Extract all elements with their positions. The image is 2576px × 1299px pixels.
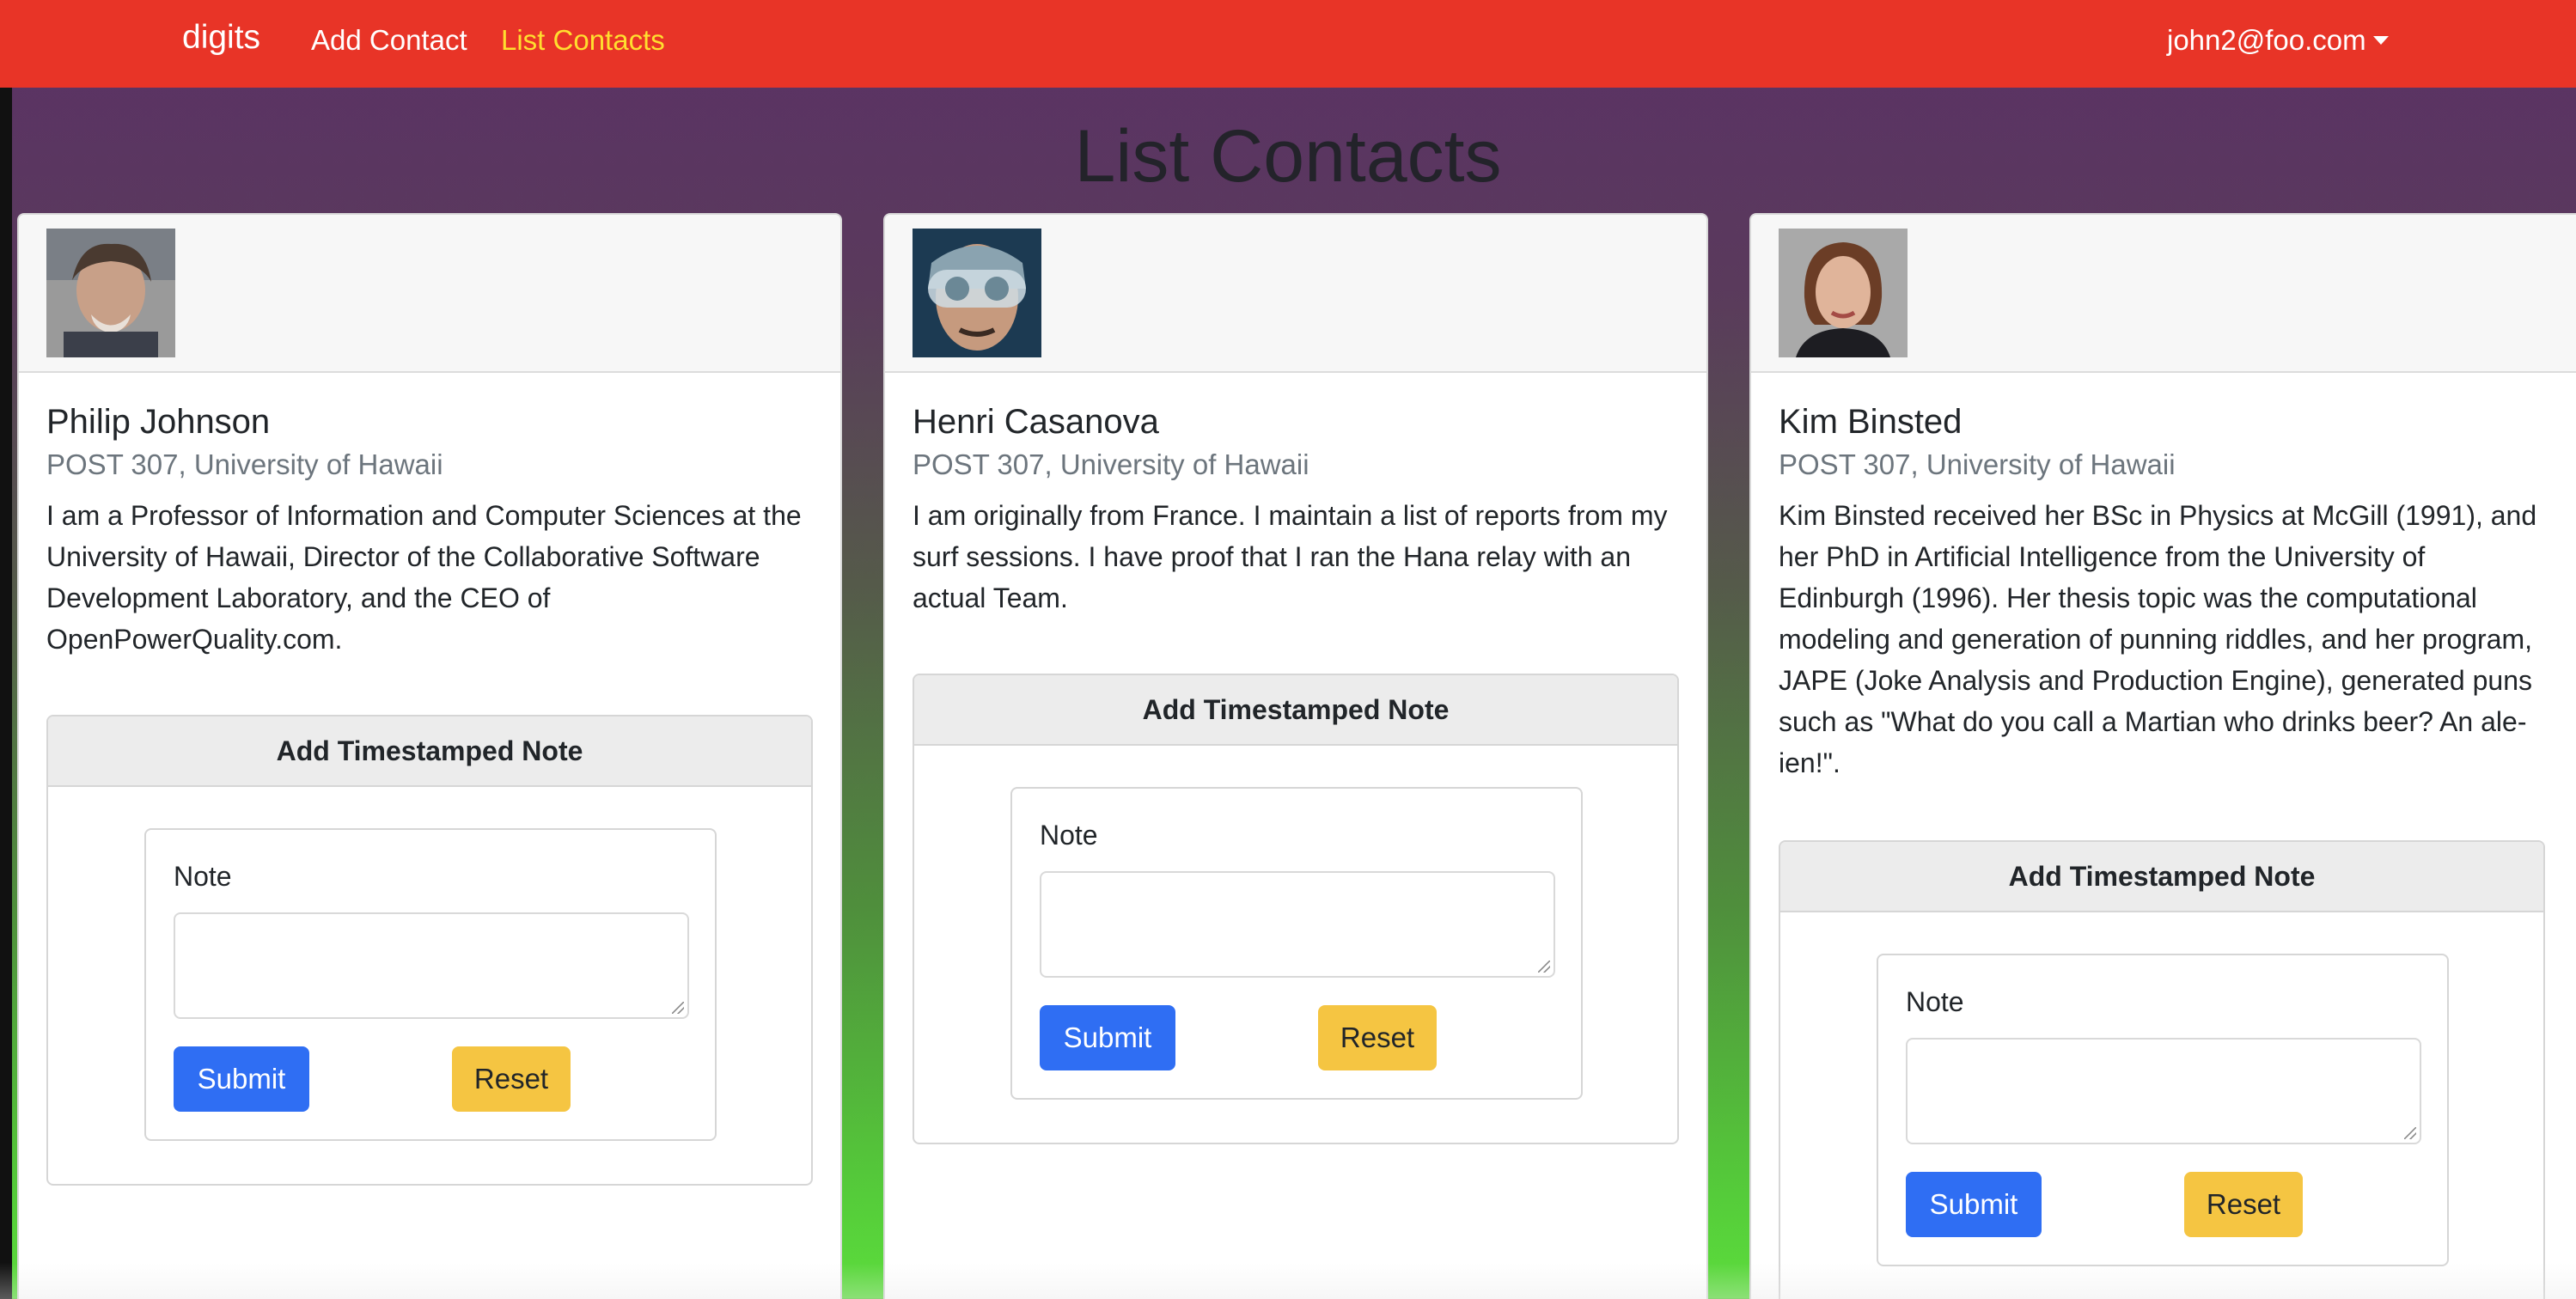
card-header: [885, 215, 1706, 373]
card-body: Kim Binsted POST 307, University of Hawa…: [1751, 373, 2576, 784]
contact-card: Philip Johnson POST 307, University of H…: [17, 213, 842, 1299]
avatar: [913, 229, 1041, 357]
reset-button[interactable]: Reset: [452, 1046, 571, 1112]
resize-grip-icon[interactable]: [2404, 1127, 2416, 1139]
note-form: Note Submit Reset: [144, 828, 717, 1141]
user-dropdown[interactable]: john2@foo.com: [2167, 24, 2389, 57]
nav-add-contact-link[interactable]: Add Contact: [311, 24, 467, 57]
avatar: [46, 229, 175, 357]
user-email: john2@foo.com: [2167, 24, 2366, 56]
note-label: Note: [1906, 986, 1964, 1017]
submit-button[interactable]: Submit: [1040, 1005, 1175, 1070]
reset-button[interactable]: Reset: [1318, 1005, 1437, 1070]
add-note-card: Add Timestamped Note Note Submit Reset: [913, 674, 1679, 1144]
contact-name: Henri Casanova: [913, 403, 1159, 441]
page-left-edge: [0, 88, 12, 1299]
contact-address: POST 307, University of Hawaii: [1779, 448, 2176, 480]
card-body: Philip Johnson POST 307, University of H…: [19, 373, 840, 660]
contact-name: Philip Johnson: [46, 403, 271, 441]
contact-card: Henri Casanova POST 307, University of H…: [883, 213, 1708, 1299]
submit-button[interactable]: Submit: [174, 1046, 309, 1112]
avatar: [1779, 229, 1908, 357]
contact-card: Kim Binsted POST 307, University of Hawa…: [1749, 213, 2576, 1299]
note-label: Note: [1040, 820, 1098, 851]
add-note-title: Add Timestamped Note: [914, 675, 1677, 746]
note-form: Note Submit Reset: [1877, 954, 2449, 1266]
card-body: Henri Casanova POST 307, University of H…: [885, 373, 1706, 619]
card-header: [1751, 215, 2576, 373]
page-title: List Contacts: [1074, 115, 1502, 198]
resize-grip-icon[interactable]: [1538, 961, 1550, 973]
contact-description: I am a Professor of Information and Comp…: [46, 500, 802, 655]
contact-address: POST 307, University of Hawaii: [913, 448, 1309, 480]
caret-down-icon: [2372, 36, 2389, 45]
note-label: Note: [174, 861, 232, 892]
resize-grip-icon[interactable]: [672, 1002, 684, 1014]
brand-link[interactable]: digits: [182, 19, 260, 57]
submit-button[interactable]: Submit: [1906, 1172, 2042, 1237]
add-note-title: Add Timestamped Note: [48, 717, 811, 787]
note-textarea[interactable]: [174, 912, 689, 1019]
note-textarea[interactable]: [1906, 1038, 2421, 1144]
add-note-card: Add Timestamped Note Note Submit Reset: [1779, 840, 2545, 1299]
add-note-card: Add Timestamped Note Note Submit Reset: [46, 715, 813, 1186]
contact-name: Kim Binsted: [1779, 403, 1963, 441]
note-textarea[interactable]: [1040, 871, 1555, 978]
nav-list-contacts-link[interactable]: List Contacts: [501, 24, 665, 57]
contact-description: I am originally from France. I maintain …: [913, 500, 1668, 613]
contact-description: Kim Binsted received her BSc in Physics …: [1779, 500, 2537, 778]
card-header: [19, 215, 840, 373]
add-note-title: Add Timestamped Note: [1780, 842, 2543, 912]
note-form: Note Submit Reset: [1010, 787, 1583, 1100]
reset-button[interactable]: Reset: [2184, 1172, 2303, 1237]
top-navbar: digits Add Contact List Contacts john2@f…: [0, 0, 2576, 88]
contact-address: POST 307, University of Hawaii: [46, 448, 443, 480]
